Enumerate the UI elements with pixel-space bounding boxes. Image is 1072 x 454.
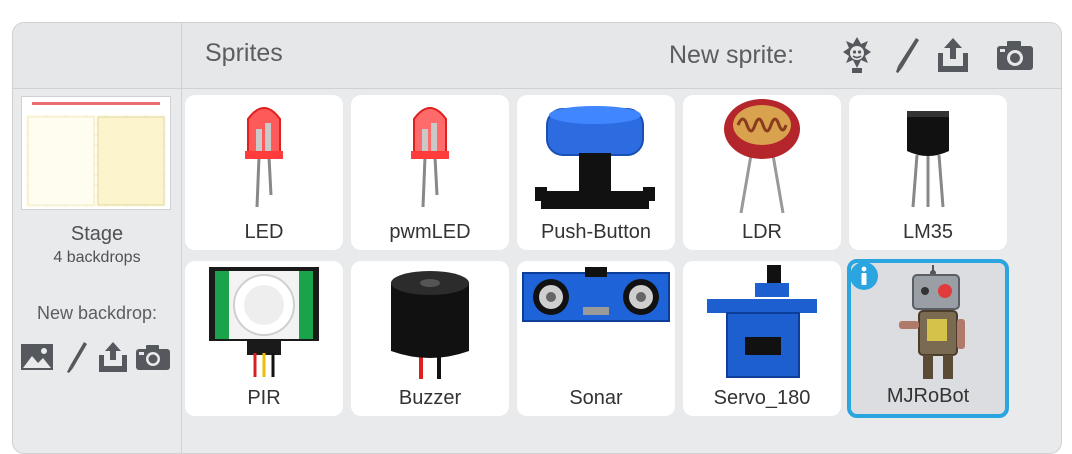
sonar-sensor-icon [522, 267, 670, 322]
buzzer-icon [391, 271, 469, 379]
sprite-tile-sonar[interactable]: Sonar [517, 261, 675, 416]
push-button-icon [535, 106, 655, 209]
lm35-icon [907, 111, 949, 208]
paint-brush-icon [896, 38, 919, 73]
choose-backdrop-from-library-button[interactable] [19, 339, 55, 375]
sprite-tile-push-button[interactable]: Push-Button [517, 95, 675, 250]
stage-backdrop-image [22, 97, 170, 209]
sprite-name: Servo_180 [713, 387, 811, 409]
upload-icon [938, 38, 968, 72]
sprite-name: pwmLED [389, 221, 471, 243]
new-backdrop-label: New backdrop: [36, 303, 158, 323]
led-icon [245, 107, 283, 208]
sprite-name: LDR [741, 221, 782, 243]
servo-motor-icon [707, 265, 817, 378]
camera-icon [997, 41, 1033, 70]
sprite-name: Buzzer [398, 387, 462, 409]
sprite-tile-lm35[interactable]: LM35 [849, 95, 1007, 250]
camera-icon [136, 345, 170, 370]
pwm-led-icon [411, 107, 449, 208]
sprite-name: MJRoBot [886, 385, 970, 407]
sprite-name: Push-Button [540, 221, 652, 243]
new-sprite-label: New sprite: [669, 41, 795, 69]
sprite-name: LM35 [902, 221, 954, 243]
stage-thumbnail[interactable] [21, 96, 171, 210]
sprite-tile-ldr[interactable]: LDR [683, 95, 841, 250]
sprite-tile-pwmled[interactable]: pwmLED [351, 95, 509, 250]
sprites-title: Sprites [205, 39, 283, 67]
paint-new-backdrop-button[interactable] [59, 339, 95, 375]
choose-sprite-from-library-button[interactable] [837, 33, 877, 77]
paint-new-sprite-button[interactable] [887, 33, 927, 77]
sprite-library-icon [843, 37, 871, 73]
stage-label: Stage [70, 223, 124, 245]
image-library-icon [21, 344, 53, 370]
new-backdrop-from-camera-button[interactable] [135, 339, 171, 375]
sprite-tile-led[interactable]: LED [185, 95, 343, 250]
panel-header: Sprites New sprite: [13, 23, 1061, 89]
new-sprite-from-camera-button[interactable] [995, 33, 1035, 77]
stage-pane: Stage 4 backdrops New backdrop: [13, 89, 181, 453]
sprite-tile-servo-180[interactable]: Servo_180 [683, 261, 841, 416]
upload-icon [99, 342, 127, 372]
backdrop-count: 4 backdrops [53, 249, 141, 266]
paint-brush-icon [67, 342, 87, 373]
sprite-tile-pir[interactable]: PIR [185, 261, 343, 416]
info-icon[interactable] [849, 261, 879, 291]
sprite-tile-mjrobot[interactable]: MJRoBot [847, 259, 1009, 418]
upload-sprite-button[interactable] [933, 33, 973, 77]
upload-backdrop-button[interactable] [95, 339, 131, 375]
pir-sensor-icon [209, 267, 319, 377]
sprites-panel: Sprites New sprite: Stage 4 backdrops Ne… [12, 22, 1062, 454]
sprite-name: PIR [247, 387, 281, 409]
pane-divider [181, 23, 182, 453]
sprite-name: Sonar [569, 387, 623, 409]
sprite-tile-buzzer[interactable]: Buzzer [351, 261, 509, 416]
ldr-icon [724, 99, 800, 214]
sprite-name: LED [244, 221, 284, 243]
